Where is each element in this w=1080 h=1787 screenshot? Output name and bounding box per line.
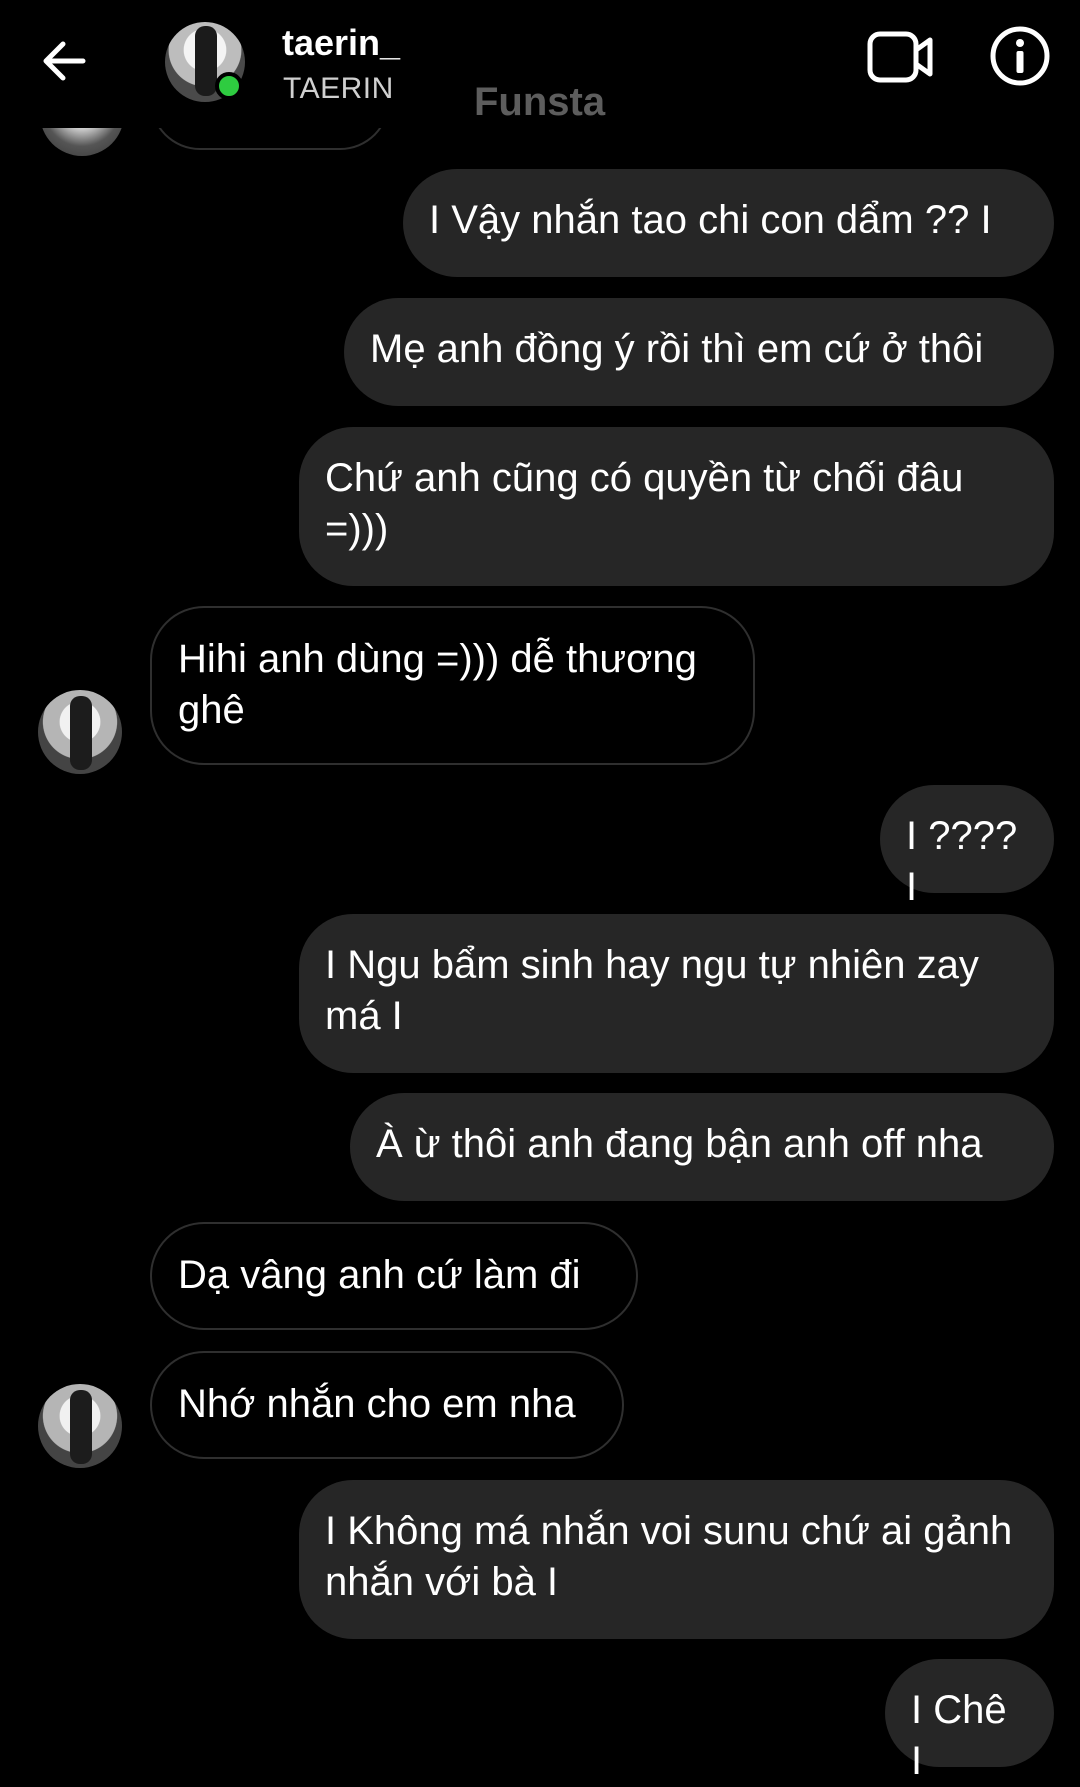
header-avatar[interactable] [165, 22, 245, 102]
message-text: Chứ anh cũng có quyền từ chối đâu =))) [325, 456, 964, 551]
message-outgoing[interactable]: I Chê I [885, 1659, 1054, 1783]
message-text: I Không má nhắn voi sunu chứ ai gảnh nhắ… [325, 1509, 1013, 1604]
message-incoming[interactable]: Nhớ nhắn cho em nha [150, 1351, 624, 1459]
message-outgoing[interactable]: I Vậy nhắn tao chi con dẩm ?? I [403, 169, 1054, 277]
message-text: I Chê I [911, 1688, 1007, 1783]
message-text: I ???? I [906, 814, 1018, 909]
message-outgoing[interactable]: I Không má nhắn voi sunu chứ ai gảnh nhắ… [299, 1480, 1054, 1639]
info-icon [990, 26, 1050, 86]
message-incoming[interactable]: Dạ vâng anh cứ làm đi [150, 1222, 638, 1330]
back-button[interactable] [34, 28, 94, 94]
contact-username[interactable]: taerin_ [282, 22, 400, 64]
message-outgoing[interactable]: À ừ thôi anh đang bận anh off nha [350, 1093, 1054, 1201]
message-text: À ừ thôi anh đang bận anh off nha [376, 1122, 983, 1166]
chat-screen: taerin_ TAERIN Funsta I Vậy nhắn tao chi… [0, 0, 1080, 1783]
video-camera-icon [867, 31, 933, 83]
message-text: I Vậy nhắn tao chi con dẩm ?? I [429, 198, 992, 242]
message-outgoing[interactable]: Mẹ anh đồng ý rồi thì em cứ ở thôi [344, 298, 1054, 406]
sender-avatar[interactable] [38, 690, 122, 774]
info-button[interactable] [988, 24, 1052, 88]
contact-display-name: TAERIN [283, 72, 394, 105]
message-text: Mẹ anh đồng ý rồi thì em cứ ở thôi [370, 327, 984, 371]
message-text: I Ngu bẩm sinh hay ngu tự nhiên zay má I [325, 943, 979, 1038]
message-outgoing[interactable]: I ???? I [880, 785, 1054, 909]
message-text: Hihi anh dùng =))) dễ thương ghê [178, 637, 697, 732]
arrow-left-icon [43, 41, 86, 81]
message-incoming[interactable]: Hihi anh dùng =))) dễ thương ghê [150, 606, 755, 765]
message-outgoing[interactable]: Chứ anh cũng có quyền từ chối đâu =))) [299, 427, 1054, 586]
video-call-button[interactable] [866, 28, 936, 88]
online-status-dot [215, 72, 243, 100]
funsta-watermark: Funsta [474, 80, 606, 124]
message-text: Dạ vâng anh cứ làm đi [178, 1253, 581, 1297]
message-outgoing[interactable]: I Ngu bẩm sinh hay ngu tự nhiên zay má I [299, 914, 1054, 1073]
sender-avatar[interactable] [38, 1384, 122, 1468]
message-text: Nhớ nhắn cho em nha [178, 1382, 576, 1426]
